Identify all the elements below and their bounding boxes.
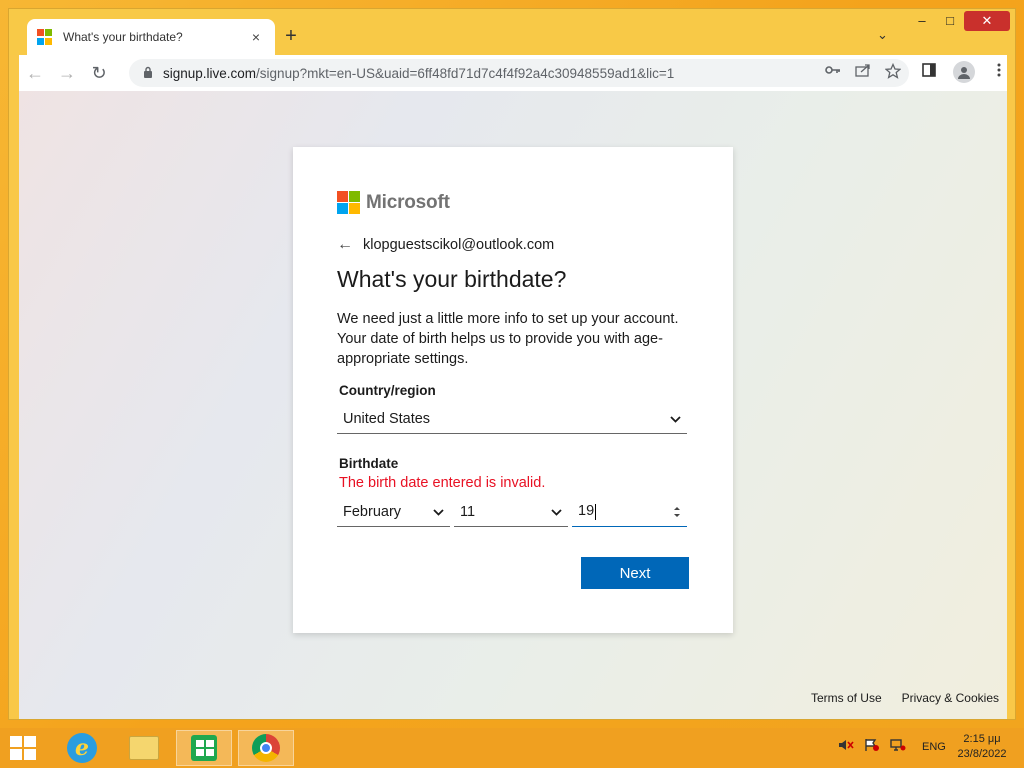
birth-day-value: 11: [460, 503, 476, 520]
page-content: Microsoft ← klopguestscikol@outlook.com …: [19, 91, 1007, 719]
flag-icon[interactable]: [864, 738, 880, 755]
back-button[interactable]: ←: [19, 63, 51, 84]
birth-year-value: 19: [578, 503, 597, 520]
new-tab-button[interactable]: +: [279, 25, 303, 48]
year-spinner-icon[interactable]: [673, 505, 681, 519]
menu-icon[interactable]: [989, 63, 1009, 81]
brand-name: Microsoft: [366, 191, 450, 213]
network-icon[interactable]: [890, 738, 906, 755]
star-icon[interactable]: [884, 62, 902, 82]
chrome-icon[interactable]: [238, 730, 294, 766]
microsoft-logo: Microsoft: [337, 191, 689, 214]
country-select[interactable]: United States: [337, 404, 687, 434]
birth-month-select[interactable]: February: [337, 497, 450, 527]
chevron-down-icon: [551, 505, 562, 519]
minimize-button[interactable]: –: [907, 13, 937, 28]
url-host: signup.live.com: [163, 65, 257, 81]
browser-toolbar: ← → ↻ signup.live.com/signup?mkt=en-US&u…: [19, 55, 1007, 91]
tab-title: What's your birthdate?: [63, 30, 183, 44]
reload-button[interactable]: ↻: [83, 63, 115, 84]
birthdate-fields: February 11 19: [337, 497, 689, 527]
country-value: United States: [343, 410, 431, 427]
page-title: What's your birthdate?: [337, 266, 567, 292]
close-window-button[interactable]: ✕: [964, 11, 1010, 31]
sidepanel-icon[interactable]: [919, 63, 939, 81]
start-icon[interactable]: [10, 736, 36, 760]
tab-strip: What's your birthdate? × + ⌄ – □ ✕: [9, 9, 1015, 55]
file-explorer-icon[interactable]: [116, 730, 172, 766]
internet-explorer-icon[interactable]: e: [54, 730, 110, 766]
text-caret: [595, 503, 597, 520]
account-email: klopguestscikol@outlook.com: [363, 237, 555, 253]
terms-link[interactable]: Terms of Use: [811, 691, 882, 705]
chevron-down-icon: [433, 505, 444, 519]
birthdate-error: The birth date entered is invalid.: [339, 475, 546, 491]
share-icon[interactable]: [855, 63, 871, 82]
birth-day-select[interactable]: 11: [454, 497, 568, 527]
url-text: signup.live.com/signup?mkt=en-US&uaid=6f…: [163, 66, 674, 81]
clock-date: 23/8/2022: [957, 748, 1007, 760]
tab-close-icon[interactable]: ×: [247, 29, 265, 45]
volume-muted-icon[interactable]: [838, 738, 854, 755]
signup-card: Microsoft ← klopguestscikol@outlook.com …: [293, 147, 733, 633]
maximize-button[interactable]: □: [935, 13, 965, 28]
identity-banner: ← klopguestscikol@outlook.com: [337, 236, 689, 254]
language-indicator[interactable]: ENG: [922, 741, 946, 753]
back-arrow-icon[interactable]: ←: [337, 236, 353, 254]
clock-time: 2:15 μμ: [963, 733, 1001, 745]
browser-window: What's your birthdate? × + ⌄ – □ ✕ ← → ↻…: [8, 8, 1016, 720]
footer-links: Terms of Use Privacy & Cookies: [811, 691, 999, 705]
birth-month-value: February: [343, 503, 402, 520]
microsoft-favicon-icon: [37, 29, 53, 45]
url-path: /signup?mkt=en-US&uaid=6ff48fd71d7c4f4f9…: [256, 65, 675, 81]
forward-button[interactable]: →: [51, 63, 83, 84]
privacy-link[interactable]: Privacy & Cookies: [902, 691, 999, 705]
birthdate-label: Birthdate: [339, 456, 399, 471]
tab-active[interactable]: What's your birthdate? ×: [27, 19, 275, 55]
key-icon[interactable]: [825, 63, 841, 82]
country-label: Country/region: [339, 383, 436, 398]
microsoft-logo-icon: [337, 191, 360, 214]
page-description: We need just a little more info to set u…: [337, 311, 679, 367]
profile-icon[interactable]: [953, 61, 975, 83]
chevron-down-icon: [670, 412, 681, 426]
lock-icon[interactable]: [143, 66, 153, 81]
store-icon[interactable]: [176, 730, 232, 766]
next-button[interactable]: Next: [581, 557, 689, 589]
address-bar[interactable]: signup.live.com/signup?mkt=en-US&uaid=6f…: [129, 59, 909, 87]
tab-search-chevron-icon[interactable]: ⌄: [877, 27, 888, 43]
system-tray: ENG: [838, 738, 946, 755]
taskbar: e ENG 2:15 μμ 23/8/2022: [0, 728, 1024, 768]
clock[interactable]: 2:15 μμ 23/8/2022: [952, 732, 1012, 762]
birth-year-input[interactable]: 19: [572, 497, 687, 527]
